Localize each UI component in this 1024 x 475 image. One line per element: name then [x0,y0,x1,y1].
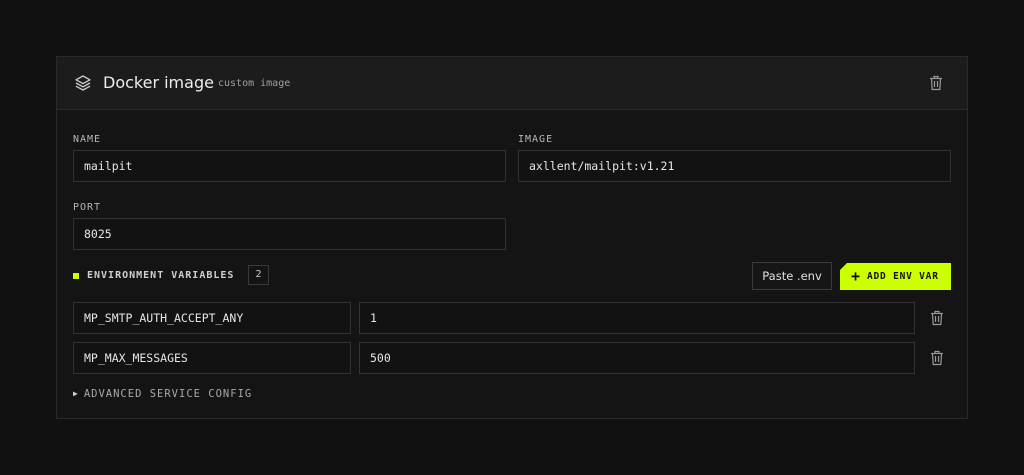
env-key-input[interactable]: MP_MAX_MESSAGES [73,342,351,374]
image-label: IMAGE [518,134,554,145]
add-env-var-button[interactable]: + ADD ENV VAR [840,263,951,290]
card-subtitle: custom image [218,78,291,89]
name-input[interactable]: mailpit [73,150,506,182]
env-count-badge: 2 [248,265,269,285]
name-label: NAME [73,134,102,145]
paste-env-button[interactable]: Paste .env [752,262,832,290]
image-input[interactable]: axllent/mailpit:v1.21 [518,150,951,182]
docker-image-card: Docker image custom image NAME mailpit I… [56,56,968,419]
port-input[interactable]: 8025 [73,218,506,250]
add-env-var-label: ADD ENV VAR [867,271,939,282]
port-label: PORT [73,202,102,213]
card-title: Docker image [103,73,214,92]
advanced-config-toggle[interactable]: ▶ ADVANCED SERVICE CONFIG [73,387,252,401]
env-key-input[interactable]: MP_SMTP_AUTH_ACCEPT_ANY [73,302,351,334]
delete-service-trash-icon[interactable] [929,75,943,91]
delete-env-var-trash-icon[interactable] [930,310,944,326]
advanced-config-label: ADVANCED SERVICE CONFIG [83,388,253,400]
plus-icon: + [851,267,861,285]
caret-right-icon: ▶ [73,389,79,398]
card-header: Docker image custom image [57,57,967,110]
env-value-input[interactable]: 1 [359,302,915,334]
env-value-input[interactable]: 500 [359,342,915,374]
env-section-marker [73,273,79,279]
delete-env-var-trash-icon[interactable] [930,350,944,366]
env-section-title: ENVIRONMENT VARIABLES [87,270,235,281]
layers-icon [75,75,91,91]
